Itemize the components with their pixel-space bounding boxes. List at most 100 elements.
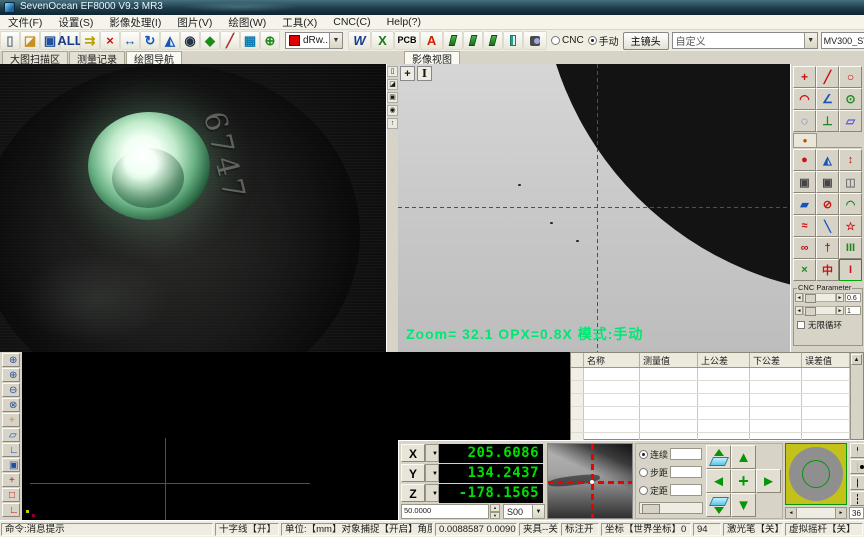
measure-plane-1-icon[interactable] [443, 31, 463, 50]
menu-item[interactable]: CNC(C) [325, 16, 378, 28]
layer-color-combo[interactable]: dRw.. ▼ [285, 32, 343, 49]
param2-left-arrow[interactable]: ◄ [795, 306, 803, 315]
zoom-extent-icon[interactable]: ⊗ [2, 398, 20, 412]
arc-tool-icon[interactable]: ◠ [793, 88, 816, 110]
speed-slider[interactable] [639, 502, 703, 514]
table-row[interactable] [571, 394, 863, 407]
focus-point-tool-icon[interactable]: ● [793, 149, 816, 171]
device-combo[interactable]: MV300_SV2000F ▼ [821, 32, 864, 49]
speed-slider-thumb[interactable] [642, 504, 660, 514]
rect-select-icon[interactable]: □ [2, 488, 20, 502]
axis-zero-button[interactable]: Z [401, 484, 425, 502]
capture-1-tool-icon[interactable]: ▣ [793, 171, 816, 193]
menu-item[interactable]: 绘图(W) [220, 15, 274, 30]
save-view-icon[interactable]: ▣ [387, 92, 398, 103]
motion-mode-radio[interactable] [639, 468, 648, 477]
table-row[interactable] [571, 368, 863, 381]
motion-mode-radio[interactable] [639, 450, 648, 459]
manual-radio[interactable] [588, 36, 597, 45]
plane-tool-icon[interactable]: ▱ [839, 110, 862, 132]
star-path-tool-icon[interactable]: ☆ [839, 215, 862, 237]
snapshot-icon[interactable]: ◉ [387, 105, 398, 116]
chevron-down-icon[interactable]: ▼ [425, 484, 439, 502]
table-column-header[interactable]: 测量值 [640, 353, 698, 367]
figure-tool-icon[interactable]: † [816, 237, 839, 259]
menu-item[interactable]: 文件(F) [0, 15, 50, 30]
circle-tool-icon[interactable]: ○ [839, 66, 862, 88]
x-step-input[interactable] [670, 448, 702, 460]
spindle-combo[interactable]: S00 ▼ [503, 504, 545, 519]
coordinate-tool-icon[interactable]: ⊥ [816, 110, 839, 132]
arrow-up-icon[interactable]: ↑ [387, 118, 398, 129]
menu-item[interactable]: 设置(S) [50, 15, 101, 30]
param2-right-arrow[interactable]: ► [836, 306, 844, 315]
light-mode-3-icon[interactable] [850, 475, 864, 490]
spin-down-icon[interactable]: ▼ [490, 512, 500, 520]
light-mode-1-icon[interactable] [850, 443, 864, 458]
pencil-tool-icon[interactable]: ╲ [816, 215, 839, 237]
point-tool-icon[interactable]: + [793, 66, 816, 88]
export-excel-button[interactable]: X [371, 31, 394, 50]
infinite-loop-checkbox[interactable] [797, 321, 805, 329]
ellipse-tool-icon[interactable]: ◌ [793, 110, 816, 132]
light-bars-tool-icon[interactable]: III [839, 237, 862, 259]
table-column-header[interactable]: 误差值 [802, 353, 850, 367]
gear-circle-tool-icon[interactable]: ⊙ [839, 88, 862, 110]
scroll-right-icon[interactable]: ► [835, 508, 846, 518]
param1-left-arrow[interactable]: ◄ [795, 293, 803, 302]
menu-item[interactable]: 影像处理(I) [101, 15, 169, 30]
blend-circles-icon[interactable]: ◉ [180, 31, 200, 50]
preset-combo[interactable]: 自定义 ▼ [672, 32, 818, 49]
zoom-in-icon[interactable]: ⊕ [2, 368, 20, 382]
trace-arc-tool-icon[interactable]: ◠ [839, 193, 862, 215]
folder-icon[interactable]: ◪ [387, 79, 398, 90]
corner-mark-icon[interactable]: ∟ [2, 503, 20, 517]
fit-all-icon[interactable]: ALL [60, 31, 80, 50]
line-tool-icon[interactable]: ╱ [816, 66, 839, 88]
combine-tool-icon[interactable]: ∞ [793, 237, 816, 259]
table-column-header[interactable]: 名称 [584, 353, 640, 367]
angle-tool-icon[interactable]: ∠ [816, 88, 839, 110]
motion-mode-radio[interactable] [639, 486, 648, 495]
chevron-down-icon[interactable]: ▼ [532, 505, 544, 518]
curve-tool-icon[interactable]: ≈ [793, 215, 816, 237]
param2-slider[interactable] [803, 306, 836, 315]
scroll-up-icon[interactable]: ▲ [851, 354, 862, 365]
param1-right-arrow[interactable]: ► [836, 293, 844, 302]
param1-slider[interactable] [803, 293, 836, 302]
right-camera-view[interactable]: + I Zoom= 32.1 OPX=0.8X 模式:手动 [398, 64, 790, 352]
tool-sub-tab[interactable]: ● [793, 133, 817, 147]
table-column-header[interactable]: 下公差 [750, 353, 802, 367]
save-canvas-icon[interactable]: ▣ [2, 458, 20, 472]
fit-width-icon[interactable]: ↔ [120, 31, 140, 50]
line-draw-icon[interactable]: ╱ [220, 31, 240, 50]
z-step-input[interactable] [670, 484, 702, 496]
chevron-down-icon[interactable]: ▼ [425, 444, 439, 462]
array-grid-icon[interactable]: ▦ [240, 31, 260, 50]
light-mode-2-icon[interactable] [850, 459, 864, 474]
transfer-icon[interactable]: ⇉ [80, 31, 100, 50]
workspace-tab[interactable]: 绘图导航 [126, 51, 182, 65]
link-box-tool-icon[interactable]: ◫ [839, 171, 862, 193]
run-stop-tool-icon[interactable]: I [839, 259, 862, 281]
jog-z-up-button[interactable] [706, 445, 731, 469]
pcb-button[interactable]: PCB [394, 31, 420, 50]
open-folder-icon[interactable]: ◪ [20, 31, 40, 50]
ring-light-selector[interactable] [785, 443, 847, 505]
pan-hand-icon[interactable]: + [2, 413, 20, 427]
jog-x-plus-button[interactable]: ► [756, 469, 781, 493]
plane-height-tool-icon[interactable]: ◭ [816, 149, 839, 171]
table-scrollbar[interactable]: ▲ [850, 353, 863, 439]
table-column-header[interactable]: 上公差 [698, 353, 750, 367]
menu-item[interactable]: 工具(X) [274, 15, 325, 30]
height-tool-icon[interactable]: ↕ [839, 149, 862, 171]
table-row[interactable] [571, 381, 863, 394]
table-row[interactable] [571, 407, 863, 420]
annotate-text-button[interactable]: A [420, 31, 443, 50]
slant-plane-tool-icon[interactable]: ▰ [793, 193, 816, 215]
beam-tool-button[interactable]: I [417, 66, 432, 81]
capture-2-tool-icon[interactable]: ▣ [816, 171, 839, 193]
exit-cross-tool-icon[interactable]: × [793, 259, 816, 281]
rotate-icon[interactable]: ↻ [140, 31, 160, 50]
jog-z-down-button[interactable] [706, 493, 731, 517]
